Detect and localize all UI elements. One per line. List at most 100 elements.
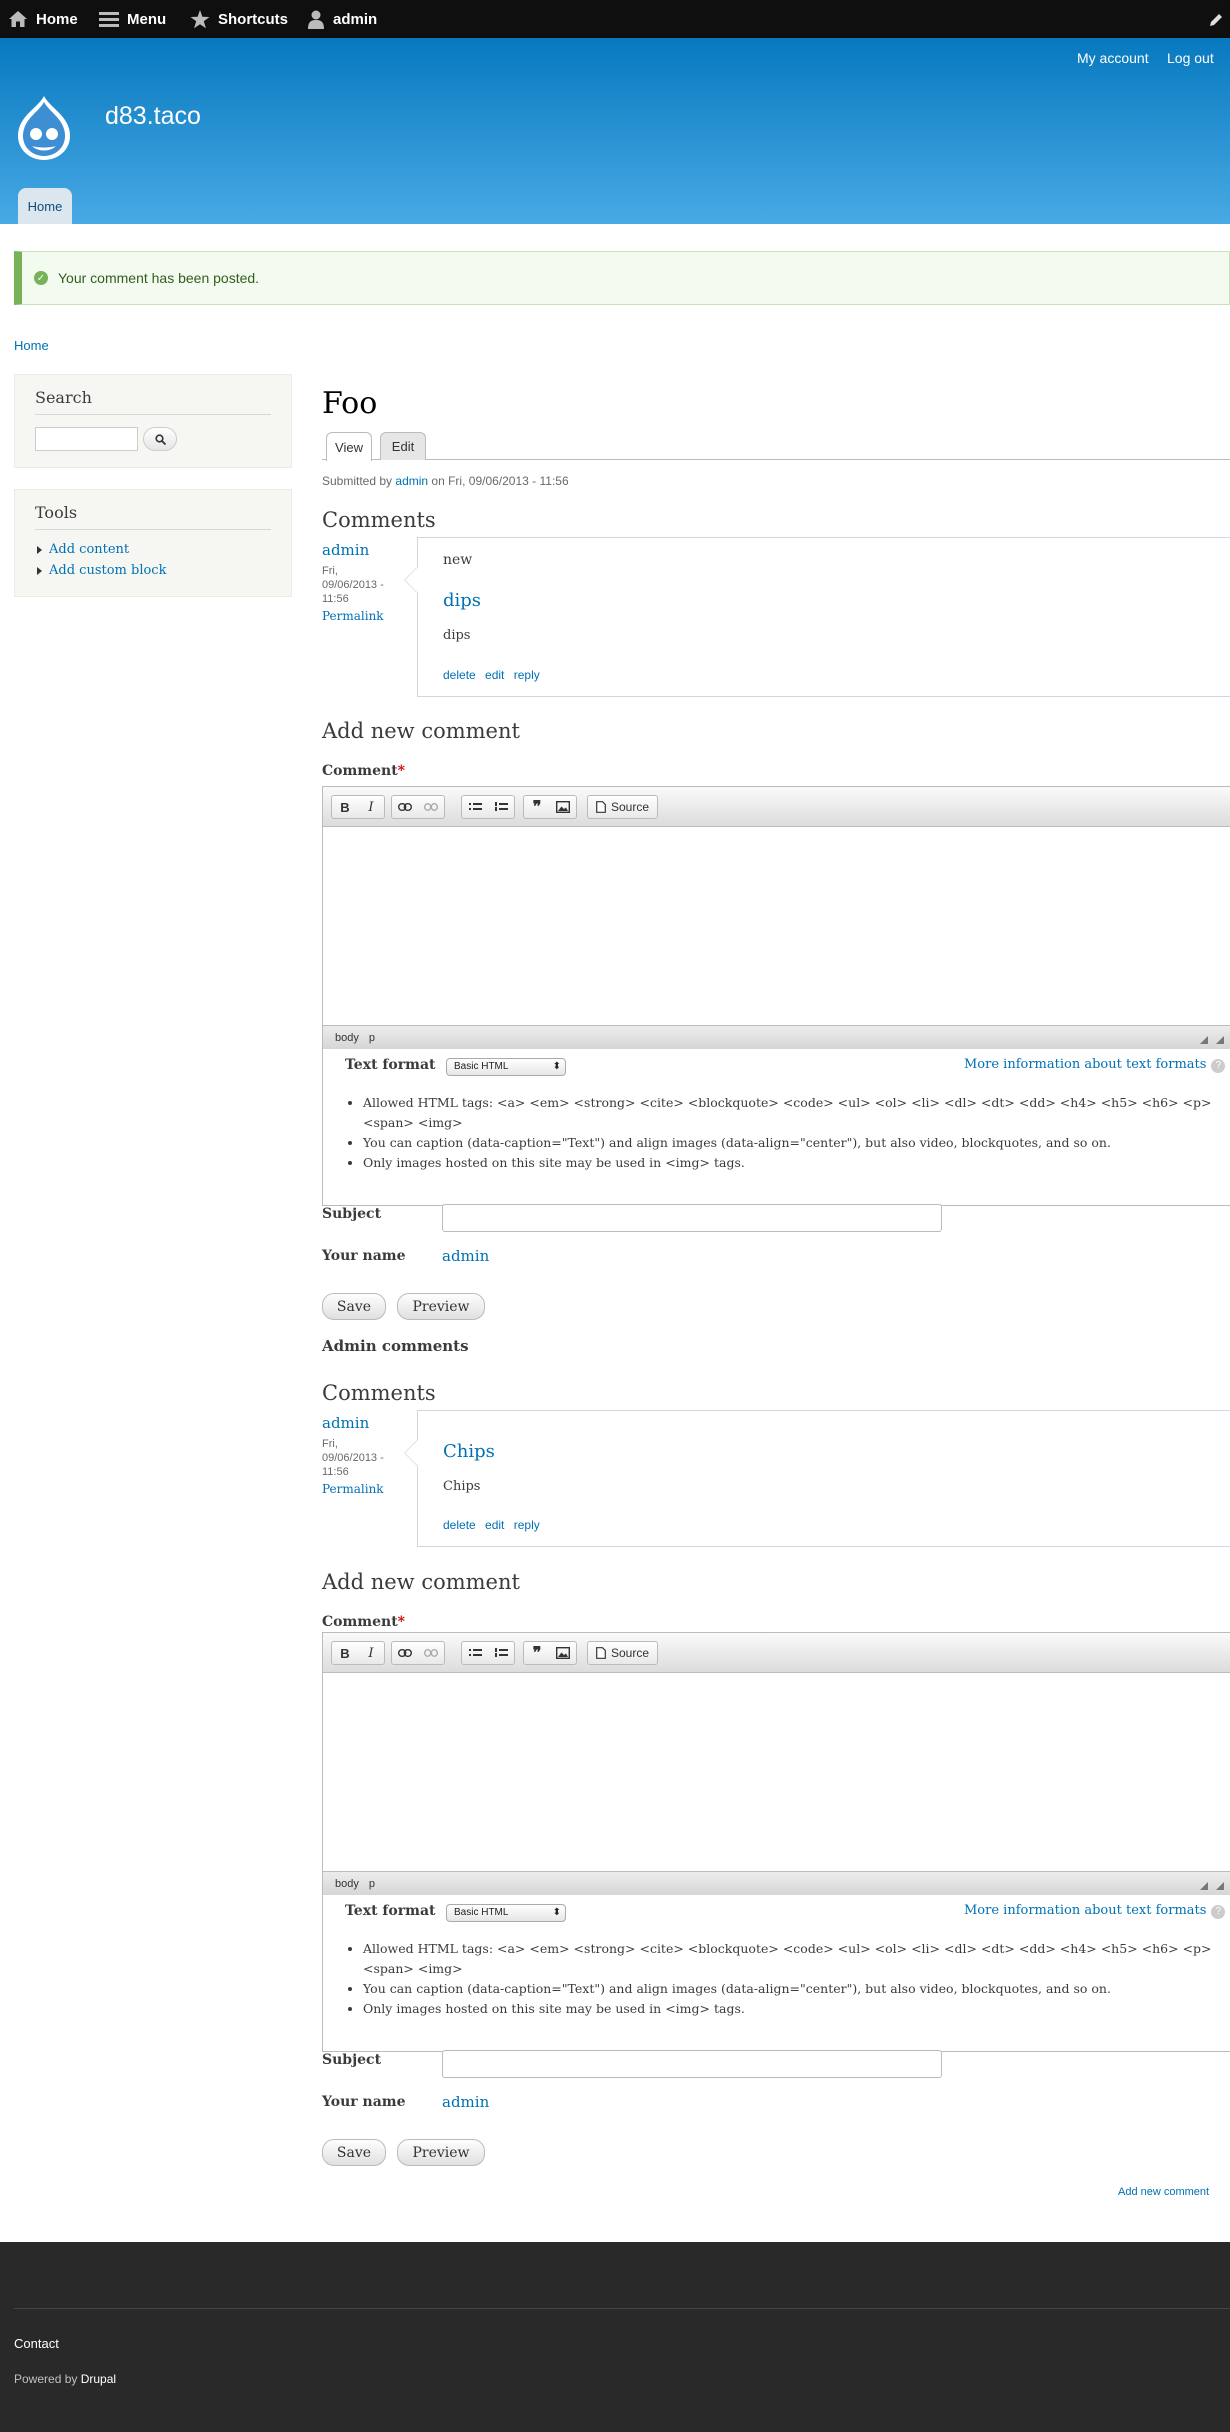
add-comment-heading: Add new comment xyxy=(322,1570,520,1594)
comment-edit-link[interactable]: edit xyxy=(485,668,504,682)
text-format-tips: Allowed HTML tags: <a> <em> <strong> <ci… xyxy=(363,1939,1230,2019)
bold-icon[interactable]: B xyxy=(332,1642,358,1664)
comment-edit-link[interactable]: edit xyxy=(485,1518,504,1532)
status-message: ✓ Your comment has been posted. xyxy=(14,251,1230,305)
preview-button[interactable]: Preview xyxy=(397,1293,485,1320)
drupal-logo-icon[interactable] xyxy=(14,94,74,162)
admin-comments-heading: Admin comments xyxy=(322,1337,469,1355)
save-button[interactable]: Save xyxy=(322,1293,386,1320)
comment-title-link[interactable]: dips xyxy=(443,590,481,611)
comment-delete-link[interactable]: delete xyxy=(443,668,476,682)
comment-title-link[interactable]: Chips xyxy=(443,1441,495,1462)
your-name-link[interactable]: admin xyxy=(442,2093,489,2111)
pencil-icon[interactable] xyxy=(1208,12,1224,28)
text-format-help: More information about text formats? xyxy=(964,1903,1226,1919)
toolbar-home-label: Home xyxy=(36,10,78,28)
tools-item-add-custom-block: Add custom block xyxy=(35,563,271,578)
help-icon[interactable]: ? xyxy=(1211,1059,1226,1073)
link-icon[interactable] xyxy=(392,1642,418,1664)
add-custom-block-link[interactable]: Add custom block xyxy=(49,563,166,578)
format-tip: Only images hosted on this site may be u… xyxy=(363,1153,1230,1173)
comment-author-link[interactable]: admin xyxy=(322,541,369,559)
bold-icon[interactable]: B xyxy=(332,796,358,818)
add-content-link[interactable]: Add content xyxy=(49,542,129,557)
comment-reply-link[interactable]: reply xyxy=(514,668,540,682)
status-message-text: Your comment has been posted. xyxy=(58,270,260,286)
source-button[interactable]: Source xyxy=(588,796,657,818)
unlink-icon[interactable] xyxy=(418,1642,444,1664)
help-icon[interactable]: ? xyxy=(1211,1905,1226,1919)
source-icon xyxy=(596,801,606,813)
comment-permalink[interactable]: Permalink xyxy=(322,1482,384,1496)
log-out-link[interactable]: Log out xyxy=(1167,50,1214,66)
comment-reply-link[interactable]: reply xyxy=(514,1518,540,1532)
comment-delete-link[interactable]: delete xyxy=(443,1518,476,1532)
save-button[interactable]: Save xyxy=(322,2139,386,2166)
search-input[interactable] xyxy=(35,427,138,451)
editor-text-area[interactable] xyxy=(323,1673,1230,1871)
comment-body-text: Chips xyxy=(443,1479,481,1494)
blockquote-icon[interactable]: ❞ xyxy=(524,796,550,818)
site-name[interactable]: d83.taco xyxy=(105,102,201,131)
editor-group-source: Source xyxy=(587,795,659,819)
toolbar-user[interactable]: admin xyxy=(307,0,377,38)
image-icon[interactable] xyxy=(550,796,576,818)
comment-author-link[interactable]: admin xyxy=(322,1414,369,1432)
comment-arrow xyxy=(404,1439,418,1467)
comment-permalink[interactable]: Permalink xyxy=(322,609,384,623)
footer-contact-link[interactable]: Contact xyxy=(14,2336,59,2351)
editor-path-p[interactable]: p xyxy=(369,1878,375,1890)
search-button[interactable] xyxy=(143,427,177,451)
submitted-suffix: on Fri, 09/06/2013 - 11:56 xyxy=(431,474,569,488)
add-new-comment-link[interactable]: Add new comment xyxy=(1118,2186,1209,2198)
submitted-author-link[interactable]: admin xyxy=(395,474,428,488)
subject-input[interactable] xyxy=(442,2050,942,2078)
numbered-list-icon[interactable] xyxy=(488,1642,514,1664)
tab-edit[interactable]: Edit xyxy=(380,432,426,460)
powered-by: Powered by Drupal xyxy=(14,2372,116,2386)
comment-editor: B I ❞ Source body p Text format Basic HT… xyxy=(322,786,1230,1206)
my-account-link[interactable]: My account xyxy=(1077,50,1149,66)
numbered-list-icon[interactable] xyxy=(488,796,514,818)
editor-path-body[interactable]: body xyxy=(335,1032,359,1044)
text-format-select[interactable]: Basic HTML xyxy=(446,1904,566,1922)
editor-group-lists xyxy=(461,1641,515,1665)
drupal-link[interactable]: Drupal xyxy=(81,2372,116,2386)
powered-by-prefix: Powered by xyxy=(14,2372,78,2386)
text-format-label: Text format xyxy=(345,1057,436,1073)
link-icon[interactable] xyxy=(392,796,418,818)
subject-input[interactable] xyxy=(442,1204,942,1232)
toolbar-shortcuts[interactable]: Shortcuts xyxy=(190,0,288,38)
toolbar-home[interactable]: Home xyxy=(8,0,78,38)
text-format-select[interactable]: Basic HTML xyxy=(446,1058,566,1076)
tab-view[interactable]: View xyxy=(326,432,372,461)
editor-path-body[interactable]: body xyxy=(335,1878,359,1890)
tools-item-add-content: Add content xyxy=(35,542,271,557)
italic-icon[interactable]: I xyxy=(358,796,384,818)
image-icon[interactable] xyxy=(550,1642,576,1664)
preview-button[interactable]: Preview xyxy=(397,2139,485,2166)
unlink-icon[interactable] xyxy=(418,796,444,818)
editor-group-basic: B I xyxy=(331,1641,385,1665)
format-tip: Allowed HTML tags: <a> <em> <strong> <ci… xyxy=(363,1093,1230,1133)
source-button[interactable]: Source xyxy=(588,1642,657,1664)
more-info-text-formats-link[interactable]: More information about text formats xyxy=(964,1903,1206,1918)
breadcrumb-home[interactable]: Home xyxy=(14,338,49,353)
bulleted-list-icon[interactable] xyxy=(462,796,488,818)
bulleted-list-icon[interactable] xyxy=(462,1642,488,1664)
editor-text-area[interactable] xyxy=(323,827,1230,1025)
format-tip: You can caption (data-caption="Text") an… xyxy=(363,1979,1230,1999)
toolbar-menu[interactable]: Menu xyxy=(99,0,166,38)
blockquote-icon[interactable]: ❞ xyxy=(524,1642,550,1664)
site-footer: Contact Powered by Drupal xyxy=(0,2242,1230,2432)
editor-group-link xyxy=(391,795,445,819)
editor-path-p[interactable]: p xyxy=(369,1032,375,1044)
resize-icon[interactable] xyxy=(1196,1032,1226,1046)
text-format-help: More information about text formats? xyxy=(964,1057,1226,1073)
italic-icon[interactable]: I xyxy=(358,1642,384,1664)
more-info-text-formats-link[interactable]: More information about text formats xyxy=(964,1057,1206,1072)
editor-group-basic: B I xyxy=(331,795,385,819)
resize-icon[interactable] xyxy=(1196,1878,1226,1892)
nav-tab-home[interactable]: Home xyxy=(18,188,72,224)
your-name-link[interactable]: admin xyxy=(442,1247,489,1265)
